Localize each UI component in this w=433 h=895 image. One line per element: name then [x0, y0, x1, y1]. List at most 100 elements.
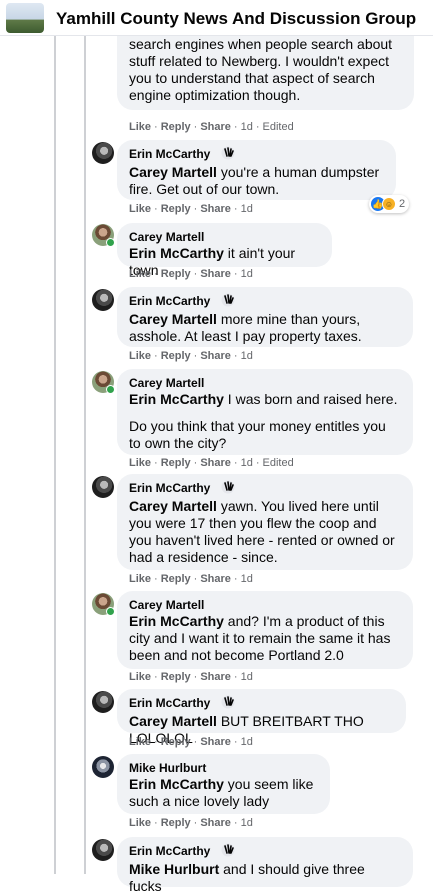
comment-text: Erin McCarthy you seem like such a nice …: [129, 776, 314, 809]
reply-link[interactable]: Reply: [161, 573, 191, 585]
mention-link[interactable]: Mike Hurlburt: [129, 861, 219, 877]
share-link[interactable]: Share: [200, 121, 231, 133]
avatar[interactable]: [92, 691, 114, 713]
like-link[interactable]: Like: [129, 268, 151, 280]
reply-link[interactable]: Reply: [161, 268, 191, 280]
comment-bubble: Erin McCarthy Carey Martell you're a hum…: [117, 140, 396, 200]
timestamp[interactable]: 1d: [241, 736, 253, 748]
reply-link[interactable]: Reply: [161, 671, 191, 683]
timestamp[interactable]: 1d: [241, 817, 253, 829]
comment-actions: Like · Reply · Share · 1d: [129, 817, 253, 829]
comment-text: Erin McCarthy I was born and raised here…: [129, 391, 398, 451]
comment-bubble: Carey Martell Erin McCarthy I was born a…: [117, 369, 413, 455]
group-title[interactable]: Yamhill County News And Discussion Group: [56, 9, 416, 29]
share-link[interactable]: Share: [200, 350, 231, 362]
top-fan-badge-icon[interactable]: [221, 843, 237, 861]
avatar[interactable]: [92, 839, 114, 861]
comment-bubble: Carey Martell Erin McCarthy it ain't you…: [117, 223, 332, 278]
timestamp[interactable]: 1d: [241, 671, 253, 683]
reply-link[interactable]: Reply: [161, 350, 191, 362]
comment-actions: Like · Reply · Share · 1d: [129, 671, 253, 683]
haha-reaction-icon: ☺: [382, 197, 396, 211]
edited-label[interactable]: Edited: [263, 121, 294, 133]
share-link[interactable]: Share: [200, 573, 231, 585]
reply-link[interactable]: Reply: [161, 121, 191, 133]
online-indicator: [106, 238, 115, 247]
like-link[interactable]: Like: [129, 203, 151, 215]
comment-bubble: search engines when people search about …: [117, 30, 414, 110]
share-link[interactable]: Share: [200, 671, 231, 683]
like-link[interactable]: Like: [129, 350, 151, 362]
like-link[interactable]: Like: [129, 671, 151, 683]
comment-author[interactable]: Erin McCarthy: [129, 480, 401, 498]
like-link[interactable]: Like: [129, 817, 151, 829]
mention-link[interactable]: Carey Martell: [129, 311, 217, 327]
comment-author[interactable]: Carey Martell: [129, 597, 401, 613]
comment-bubble: Carey Martell Erin McCarthy and? I'm a p…: [117, 591, 413, 669]
online-indicator: [106, 385, 115, 394]
timestamp[interactable]: 1d: [241, 350, 253, 362]
mention-link[interactable]: Carey Martell: [129, 713, 217, 729]
like-link[interactable]: Like: [129, 457, 151, 469]
timestamp[interactable]: 1d: [241, 121, 253, 133]
top-fan-badge-icon[interactable]: [221, 146, 237, 164]
comment-author[interactable]: Erin McCarthy: [129, 695, 394, 713]
comment-author[interactable]: Mike Hurlburt: [129, 760, 318, 776]
comment-actions: Like · Reply · Share · 1d: [129, 736, 253, 748]
share-link[interactable]: Share: [200, 203, 231, 215]
thread-line: [84, 36, 86, 874]
mention-link[interactable]: Erin McCarthy: [129, 613, 224, 629]
share-link[interactable]: Share: [200, 817, 231, 829]
comment-bubble: Mike Hurlburt Erin McCarthy you seem lik…: [117, 754, 330, 814]
mention-link[interactable]: Erin McCarthy: [129, 776, 224, 792]
share-link[interactable]: Share: [200, 736, 231, 748]
avatar[interactable]: [92, 756, 114, 778]
edited-label[interactable]: Edited: [263, 457, 294, 469]
comment-author[interactable]: Carey Martell: [129, 229, 320, 245]
reply-link[interactable]: Reply: [161, 817, 191, 829]
top-fan-badge-icon[interactable]: [221, 480, 237, 498]
comment-text: Erin McCarthy and? I'm a product of this…: [129, 613, 391, 663]
comment-text: Carey Martell more mine than yours, assh…: [129, 311, 362, 344]
reaction-count: 2: [399, 198, 406, 210]
group-thumbnail[interactable]: [6, 3, 44, 33]
like-link[interactable]: Like: [129, 573, 151, 585]
avatar[interactable]: [92, 476, 114, 498]
mention-link[interactable]: Erin McCarthy: [129, 245, 224, 261]
comment-actions: Like · Reply · Share · 1d · Edited: [129, 457, 294, 469]
top-fan-badge-icon[interactable]: [221, 695, 237, 713]
timestamp[interactable]: 1d: [241, 573, 253, 585]
comment-actions: Like · Reply · Share · 1d: [129, 573, 253, 585]
comment-author[interactable]: Erin McCarthy: [129, 293, 401, 311]
reply-link[interactable]: Reply: [161, 203, 191, 215]
comment-bubble: Erin McCarthy Carey Martell yawn. You li…: [117, 474, 413, 570]
online-indicator: [106, 607, 115, 616]
reply-link[interactable]: Reply: [161, 736, 191, 748]
group-header: Yamhill County News And Discussion Group: [0, 0, 433, 36]
reaction-summary[interactable]: 👍 ☺ 2: [369, 195, 410, 213]
comment-text: search engines when people search about …: [129, 36, 393, 103]
like-link[interactable]: Like: [129, 736, 151, 748]
comment-actions: Like · Reply · Share · 1d: [129, 268, 253, 280]
avatar[interactable]: [92, 142, 114, 164]
reply-link[interactable]: Reply: [161, 457, 191, 469]
avatar[interactable]: [92, 289, 114, 311]
share-link[interactable]: Share: [200, 268, 231, 280]
comment-text: Mike Hurlburt and I should give three fu…: [129, 861, 365, 894]
comment-author[interactable]: Erin McCarthy: [129, 146, 384, 164]
share-link[interactable]: Share: [200, 457, 231, 469]
top-fan-badge-icon[interactable]: [221, 293, 237, 311]
like-link[interactable]: Like: [129, 121, 151, 133]
comment-actions: Like · Reply · Share · 1d: [129, 203, 253, 215]
timestamp[interactable]: 1d: [241, 457, 253, 469]
comment-text: Carey Martell yawn. You lived here until…: [129, 498, 395, 565]
comment-text: Carey Martell you're a human dumpster fi…: [129, 164, 380, 197]
mention-link[interactable]: Erin McCarthy: [129, 391, 224, 407]
comment-actions: Like · Reply · Share · 1d: [129, 350, 253, 362]
mention-link[interactable]: Carey Martell: [129, 498, 217, 514]
comment-author[interactable]: Carey Martell: [129, 375, 401, 391]
timestamp[interactable]: 1d: [241, 268, 253, 280]
mention-link[interactable]: Carey Martell: [129, 164, 217, 180]
timestamp[interactable]: 1d: [241, 203, 253, 215]
comment-author[interactable]: Erin McCarthy: [129, 843, 401, 861]
